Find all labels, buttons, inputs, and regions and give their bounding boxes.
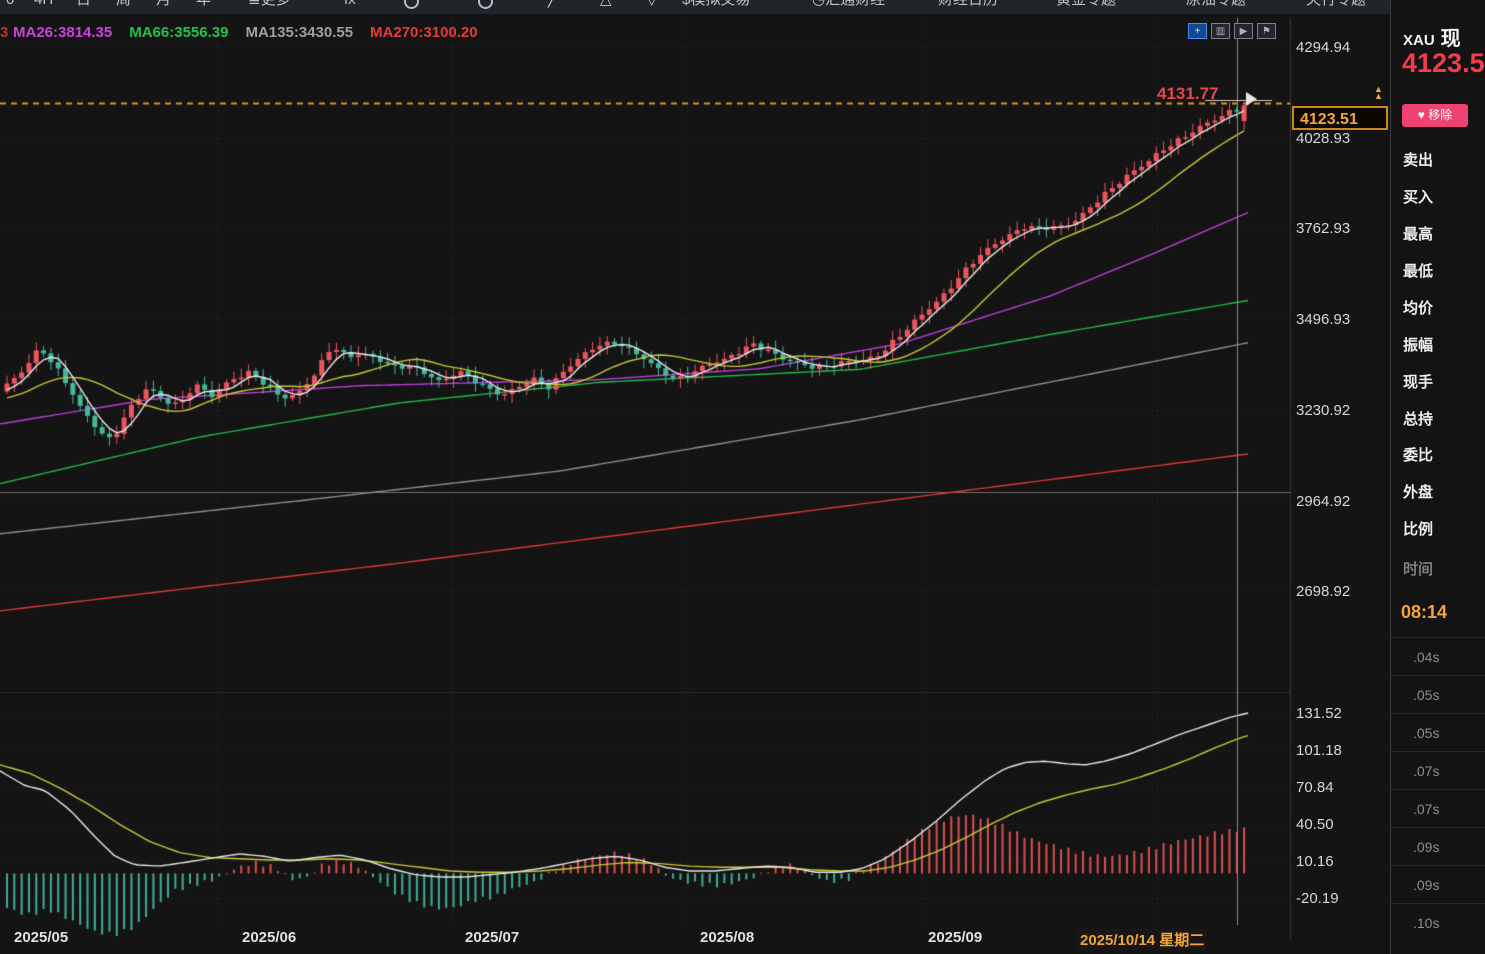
ratio-field-list: 委比 外盘 比例 bbox=[1403, 437, 1433, 548]
remove-favorite-button[interactable]: ♥ 移除 bbox=[1402, 104, 1468, 127]
toolbar-item-13[interactable]: 财经日历 bbox=[938, 0, 998, 14]
tick-time: .04s bbox=[1391, 637, 1485, 675]
toolbar-item-11[interactable]: $模拟交易 bbox=[682, 0, 750, 14]
tick-time: .09s bbox=[1391, 827, 1485, 865]
quote-field-avg: 均价 bbox=[1403, 290, 1433, 327]
zoom-out-icon[interactable] bbox=[478, 0, 493, 9]
toolbar-item-14[interactable]: 黄金专题 bbox=[1056, 0, 1116, 14]
time-label: 时间 bbox=[1403, 558, 1433, 579]
toolbar-item-3[interactable]: 周 bbox=[116, 0, 131, 14]
quote-field-openinterest: 总持 bbox=[1403, 401, 1433, 438]
quote-field-volume: 现手 bbox=[1403, 364, 1433, 401]
toolbar-item-10[interactable]: ▽ bbox=[646, 0, 658, 14]
quote-field-amplitude: 振幅 bbox=[1403, 327, 1433, 364]
quote-field-weibi: 委比 bbox=[1403, 437, 1433, 474]
tick-time: .09s bbox=[1391, 865, 1485, 903]
quote-field-waipan: 外盘 bbox=[1403, 474, 1433, 511]
zoom-in-icon[interactable] bbox=[404, 0, 419, 9]
toolbar-item-7[interactable]: fx bbox=[344, 0, 356, 14]
toolbar-item-12[interactable]: ◷汇通财经 bbox=[812, 0, 885, 14]
tick-time: .07s bbox=[1391, 751, 1485, 789]
symbol-title: XAU 现 bbox=[1403, 22, 1461, 51]
toolbar-item-8[interactable]: ╱ bbox=[548, 0, 557, 14]
time-value: 08:14 bbox=[1401, 602, 1447, 623]
tick-time-list: .04s .05s .05s .07s .07s .09s .09s .10s bbox=[1391, 637, 1485, 941]
toolbar-item-6[interactable]: ≣更多 bbox=[248, 0, 291, 14]
symbol-code: XAU bbox=[1403, 32, 1435, 49]
tick-time: .07s bbox=[1391, 789, 1485, 827]
toolbar-item-5[interactable]: 年 bbox=[196, 0, 211, 14]
top-toolbar: 0 4H 日 周 月 年 ≣更多 fx ╱ △ ▽ $模拟交易 ◷汇通财经 财经日历 黄金专题 原油专题 央行专… bbox=[0, 0, 1485, 14]
quote-field-sell: 卖出 bbox=[1403, 142, 1433, 179]
toolbar-item-16[interactable]: 央行专题 bbox=[1306, 0, 1366, 14]
last-price: 4123.5 bbox=[1402, 48, 1485, 79]
toolbar-item-0[interactable]: 0 bbox=[6, 0, 14, 14]
symbol-name: 现 bbox=[1441, 28, 1461, 50]
tick-time: .05s bbox=[1391, 713, 1485, 751]
tick-time: .10s bbox=[1391, 903, 1485, 941]
quote-field-buy: 买入 bbox=[1403, 179, 1433, 216]
toolbar-item-4[interactable]: 月 bbox=[156, 0, 171, 14]
toolbar-item-15[interactable]: 原油专题 bbox=[1186, 0, 1246, 14]
quote-field-high: 最高 bbox=[1403, 216, 1433, 253]
quote-field-low: 最低 bbox=[1403, 253, 1433, 290]
quote-field-list: 卖出 买入 最高 最低 均价 振幅 现手 总持 bbox=[1403, 142, 1433, 438]
toolbar-item-1[interactable]: 4H bbox=[34, 0, 53, 14]
toolbar-item-9[interactable]: △ bbox=[600, 0, 612, 14]
quote-field-ratio: 比例 bbox=[1403, 511, 1433, 548]
trading-app: { "toolbar": { "items": [ {"label":"0","… bbox=[0, 0, 1485, 954]
toolbar-item-2[interactable]: 日 bbox=[76, 0, 91, 14]
price-chart-canvas[interactable] bbox=[0, 0, 1485, 954]
quote-sidebar: XAU 现 4123.5 ♥ 移除 卖出 买入 最高 最低 均价 振幅 现手 总持… bbox=[1390, 0, 1485, 954]
tick-time: .05s bbox=[1391, 675, 1485, 713]
